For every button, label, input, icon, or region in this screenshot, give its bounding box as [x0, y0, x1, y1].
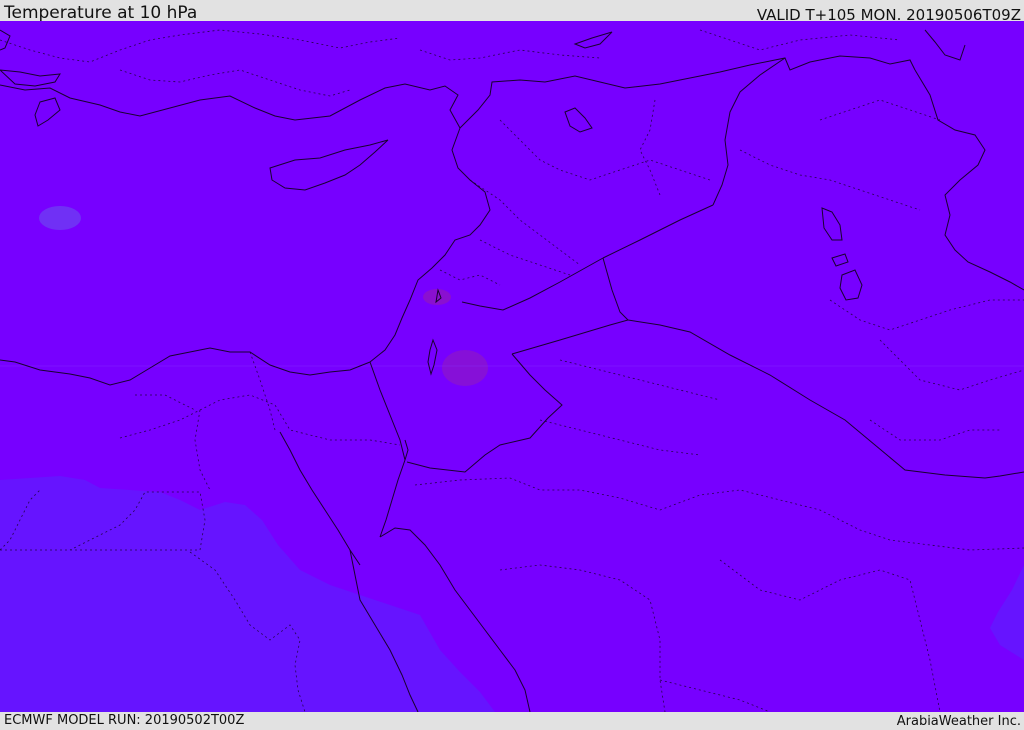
header-bar: Temperature at 10 hPa VALID T+105 MON. 2…: [0, 0, 1024, 24]
credit-label: ArabiaWeather Inc.: [896, 714, 1021, 729]
model-run-label: ECMWF MODEL RUN: 20190502T00Z: [4, 713, 245, 728]
footer-bar: ECMWF MODEL RUN: 20190502T00Z ArabiaWeat…: [0, 712, 1024, 729]
warm-blob-jordan: [442, 350, 488, 386]
temperature-map[interactable]: [0, 21, 1024, 712]
map-title: Temperature at 10 hPa: [4, 3, 198, 23]
light-blob-mediterranean: [39, 206, 81, 230]
